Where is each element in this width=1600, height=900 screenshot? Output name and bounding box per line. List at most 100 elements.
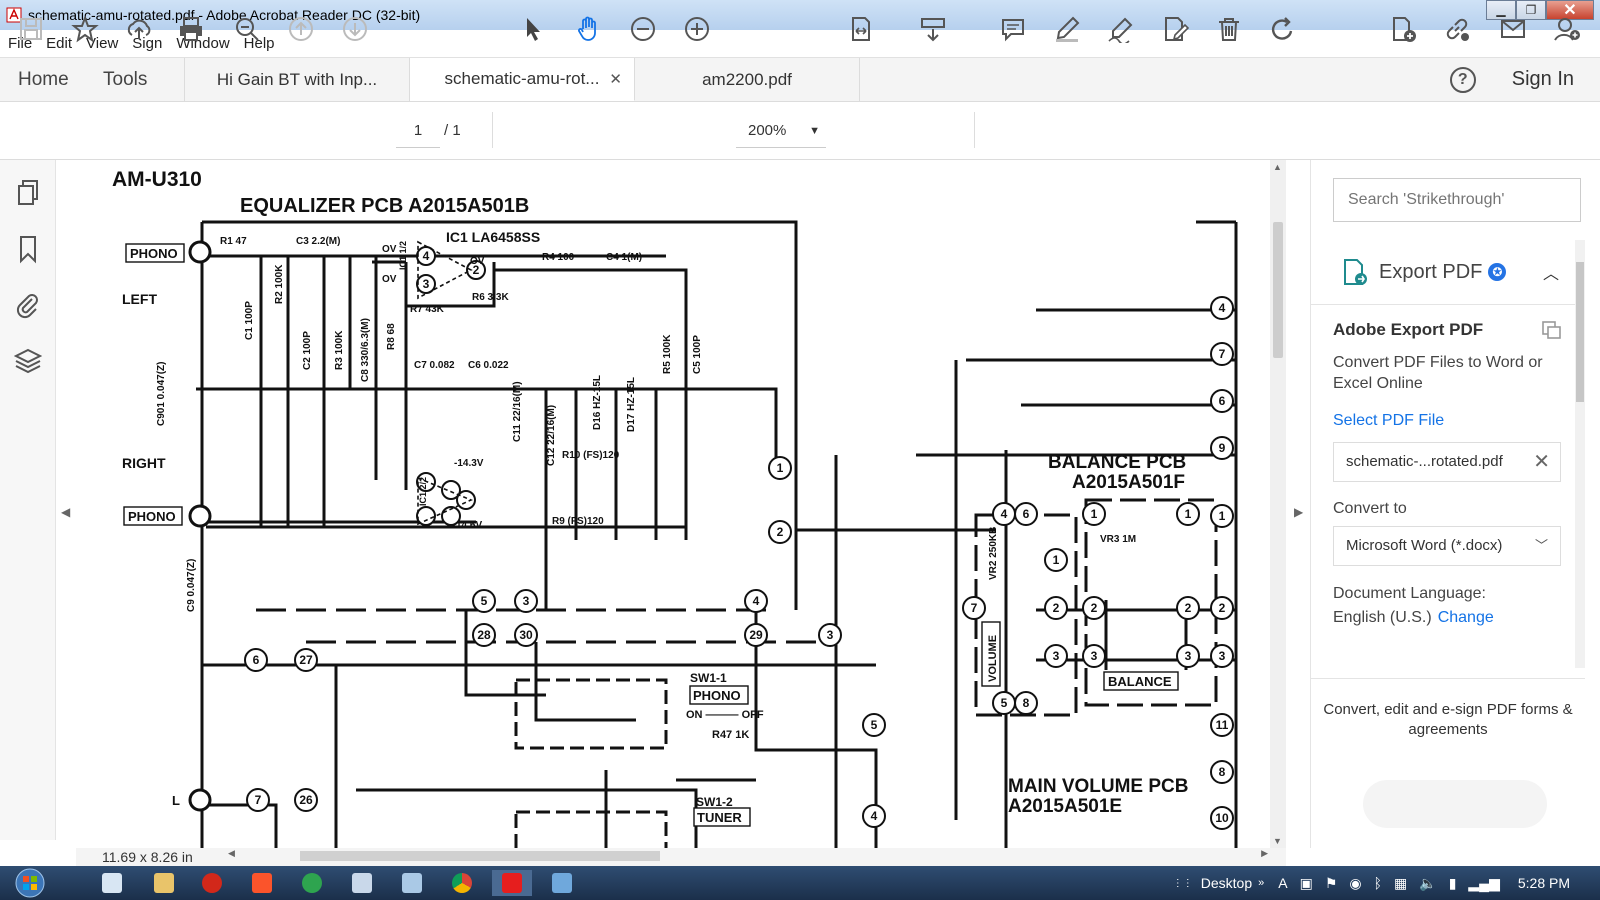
label-r8: R8 68 [386,323,397,350]
svg-text:1: 1 [777,461,784,475]
rotate-icon[interactable] [1268,14,1298,44]
schematic-balance-pcb: BALANCE PCB [1048,452,1186,473]
schematic-ic: IC1 LA6458SS [446,229,540,245]
clover-app-icon[interactable] [292,870,332,896]
svg-text:3: 3 [1185,649,1192,663]
page-number-input[interactable]: 1 [396,114,440,148]
collapse-left-panel-icon[interactable]: ◀ [61,505,70,519]
doc-tab-active[interactable]: schematic-amu-rot... ✕ [410,58,635,101]
scroll-right-icon[interactable]: ▶ [1261,848,1268,859]
divider [1311,304,1585,305]
bookmarks-icon[interactable] [14,234,42,264]
label-ov2: OV [382,274,397,285]
save-icon[interactable] [16,14,46,44]
document-horizontal-scrollbar[interactable]: ◀ ▶ [228,848,1268,864]
tool-search-input[interactable] [1333,178,1581,222]
convert-format-value: Microsoft Word (*.docx) [1346,537,1503,554]
bookmark-star-icon[interactable] [70,14,100,44]
zoom-select[interactable]: 200% ▼ [736,114,826,148]
doc-tab[interactable]: am2200.pdf [635,58,860,101]
comment-icon[interactable] [998,14,1028,44]
email-icon[interactable] [1498,14,1528,44]
media-player-icon[interactable] [92,870,132,896]
export-pdf-header[interactable]: Export PDF ✪ ︿ [1311,250,1585,294]
notepad-icon[interactable] [392,870,432,896]
tab-home[interactable]: Home [0,58,103,101]
volume-icon[interactable]: 🔈 [1419,875,1436,892]
page-fit-icon[interactable] [846,14,876,44]
svg-text:6: 6 [253,653,260,667]
scrollbar-thumb[interactable] [1273,222,1283,358]
document-vertical-scrollbar[interactable]: ▲ ▼ [1270,160,1286,848]
svg-text:28: 28 [477,628,491,642]
start-button[interactable] [10,866,50,900]
convert-format-select[interactable]: Microsoft Word (*.docx) ﹀ [1333,526,1561,566]
svg-text:4: 4 [753,594,760,608]
selected-file-field[interactable]: schematic-...rotated.pdf ✕ [1333,442,1561,482]
document-app-icon[interactable] [342,870,382,896]
chevron-down-icon: ﹀ [1534,538,1548,553]
doc-tab[interactable]: Hi Gain BT with Inp... [185,58,410,101]
tray-shield-icon[interactable]: ▦ [1394,875,1407,892]
fill-sign-icon[interactable] [1106,14,1136,44]
chevron-right-icon[interactable]: » [1258,877,1264,889]
zoom-in-icon[interactable] [682,14,712,44]
bluetooth-icon[interactable]: ᛒ [1374,875,1382,891]
clear-file-icon[interactable]: ✕ [1533,443,1550,481]
attachments-icon[interactable] [14,290,42,320]
hscroll-thumb[interactable] [300,851,660,861]
close-tab-icon[interactable]: ✕ [609,70,622,88]
tray-app-icon[interactable]: ▣ [1300,875,1313,892]
label-c3: C3 2.2(M) [296,236,340,247]
file-explorer-icon[interactable] [144,870,184,896]
scroll-mode-icon[interactable] [918,14,948,44]
chevron-up-icon[interactable]: ︿ [1543,260,1559,284]
copy-icon[interactable] [1541,320,1563,340]
next-page-icon[interactable] [340,14,370,44]
document-viewer[interactable]: 423 12 534 28 30 29 3 6 27 7 26 54 4769 1 2 3 11… [76,160,1270,848]
scroll-left-icon[interactable]: ◀ [228,848,235,859]
sign-in-button[interactable]: Sign In [1512,68,1574,91]
help-icon[interactable]: ? [1449,66,1476,93]
edit-pdf-icon[interactable] [1160,14,1190,44]
collapse-right-panel-icon[interactable]: ▶ [1294,505,1303,519]
page-thumbnails-icon[interactable] [14,178,42,208]
network-signal-icon[interactable]: ▂▄▆ [1468,875,1499,892]
tray-font-icon[interactable]: A [1278,875,1287,891]
add-user-icon[interactable] [1552,14,1582,44]
change-language-link[interactable]: Change [1438,609,1494,626]
opera-icon[interactable] [192,870,232,896]
label-r5: R5 100K [662,334,673,374]
schematic-sw2: SW1-2 [696,795,733,809]
zoom-out-icon[interactable] [628,14,658,44]
create-pdf-icon[interactable] [1388,14,1418,44]
pane-scrollbar-thumb[interactable] [1576,262,1584,402]
clock[interactable]: 5:28 PM [1518,875,1570,891]
print-icon[interactable] [176,14,206,44]
tab-tools[interactable]: Tools [103,58,185,101]
prev-page-icon[interactable] [286,14,316,44]
power-icon[interactable]: ▮ [1449,875,1457,892]
delete-trash-icon[interactable] [1214,14,1244,44]
menu-edit[interactable]: Edit [46,35,72,52]
layers-icon[interactable] [14,346,42,376]
tray-update-icon[interactable]: ◉ [1349,875,1361,892]
share-link-icon[interactable] [1442,14,1472,44]
scroll-down-icon[interactable]: ▼ [1273,836,1282,846]
scroll-up-icon[interactable]: ▲ [1273,162,1282,172]
highlight-pen-icon[interactable] [1052,14,1082,44]
toolbar-grip-icon: ⋮⋮ [1172,877,1193,889]
zoom-search-icon[interactable] [232,14,262,44]
upload-cloud-icon[interactable] [124,14,154,44]
tray-flag-icon[interactable]: ⚑ [1325,875,1338,892]
pane-scrollbar[interactable] [1575,240,1585,668]
acrobat-taskbar-icon[interactable] [492,870,532,896]
brave-icon[interactable] [242,870,282,896]
select-cursor-icon[interactable] [518,14,548,44]
promo-button[interactable] [1363,780,1547,828]
select-pdf-file-link[interactable]: Select PDF File [1333,412,1444,430]
desktop-toolbar[interactable]: Desktop [1201,875,1252,891]
hand-tool-icon[interactable] [574,14,604,44]
image-viewer-icon[interactable] [542,870,582,896]
chrome-icon[interactable] [442,870,482,896]
